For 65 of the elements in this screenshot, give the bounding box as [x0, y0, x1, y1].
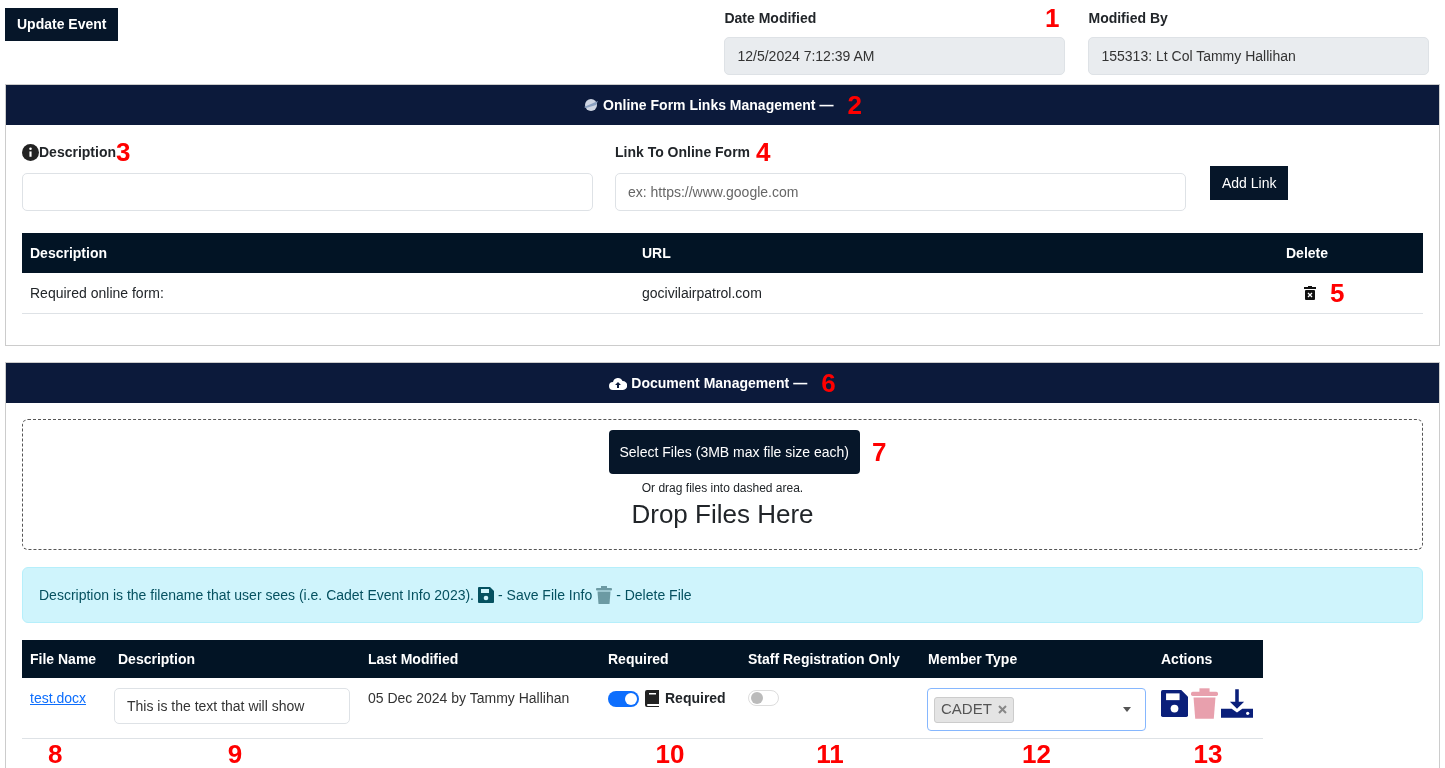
callout-number: 11	[816, 741, 844, 767]
drag-hint: Or drag files into dashed area.	[641, 480, 804, 497]
column-header: Description	[29, 243, 108, 263]
date-modified-field: 12/5/2024 7:12:39 AM	[724, 37, 1066, 75]
cloud-upload-icon	[609, 376, 628, 390]
save-icon	[478, 587, 494, 603]
column-header: Staff Registration Only	[747, 649, 901, 669]
callout-number: 10	[655, 741, 685, 767]
column-header: Required	[607, 649, 670, 669]
field-label: Description	[39, 142, 116, 160]
required-label: Required	[665, 689, 726, 708]
callout-number: 6	[821, 370, 836, 396]
staff-only-toggle[interactable]	[748, 690, 779, 706]
column-header: Description	[117, 649, 196, 669]
callout-number: 1	[1045, 5, 1060, 31]
column-header: File Name	[29, 649, 98, 669]
link-input[interactable]: ex: https://www.google.com	[615, 173, 1186, 211]
remove-tag-icon[interactable]	[997, 705, 1007, 714]
column-header: Member Type	[927, 649, 1019, 669]
modified-by-field: 155313: Lt Col Tammy Hallihan	[1088, 37, 1430, 75]
callout-number: 2	[847, 92, 862, 118]
column-header: Actions	[1160, 649, 1214, 669]
callout-number: 8	[48, 741, 63, 767]
delete-icon[interactable]	[1304, 286, 1316, 300]
book-icon	[645, 690, 659, 707]
member-type-tag: CADET	[934, 696, 1014, 723]
info-icon	[22, 143, 39, 161]
field-label: Date Modified	[724, 8, 817, 28]
collapse-button[interactable]: —	[793, 372, 808, 394]
trash-icon	[596, 586, 613, 604]
caret-icon	[1123, 707, 1131, 712]
drop-text: Drop Files Here	[631, 498, 814, 531]
member-type-select[interactable]: CADET	[927, 688, 1146, 731]
field-label: Link To Online Form	[615, 142, 751, 162]
info-text: - Save File Info	[498, 585, 593, 605]
link-globe-icon	[583, 98, 600, 112]
callout-number: 13	[1193, 741, 1223, 767]
required-toggle[interactable]	[608, 690, 639, 707]
panel-title: Online Form Links Management	[603, 95, 816, 115]
save-icon[interactable]	[1161, 690, 1188, 717]
table-cell-text: gocivilairpatrol.com	[641, 283, 763, 303]
callout-number: 9	[227, 741, 243, 767]
column-header: URL	[641, 243, 672, 263]
info-text: - Delete File	[616, 585, 692, 605]
callout-number: 12	[1022, 741, 1051, 767]
info-text: Description is the filename that user sees (i.e. Cadet Event Info 2023).	[39, 585, 474, 605]
table-cell-text: 05 Dec 2024 by Tammy Hallihan	[367, 689, 571, 708]
panel-title: Document Management	[631, 373, 790, 393]
column-header: Last Modified	[367, 649, 460, 669]
drop-zone[interactable]: Select Files (3MB max file size each) 7 Or drag files into dashed area. Drop Files Here	[22, 419, 1423, 550]
callout-number: 4	[756, 139, 771, 165]
download-icon[interactable]	[1221, 689, 1253, 718]
callout-number: 5	[1330, 280, 1345, 306]
collapse-button[interactable]: —	[819, 94, 834, 116]
add-link-button[interactable]: Add Link	[1210, 166, 1289, 200]
select-files-button[interactable]: Select Files (3MB max file size each)	[608, 430, 861, 474]
table-cell-text: Required online form:	[29, 283, 165, 303]
update-event-button[interactable]: Update Event	[5, 8, 119, 41]
column-header: Delete	[1285, 243, 1330, 263]
field-label: Modified By	[1088, 8, 1168, 28]
description-input[interactable]	[22, 173, 593, 211]
description-input[interactable]: This is the text that will show	[114, 688, 350, 724]
callout-number: 3	[116, 139, 131, 165]
file-link[interactable]: test.docx	[30, 690, 87, 706]
callout-number: 7	[872, 439, 887, 465]
